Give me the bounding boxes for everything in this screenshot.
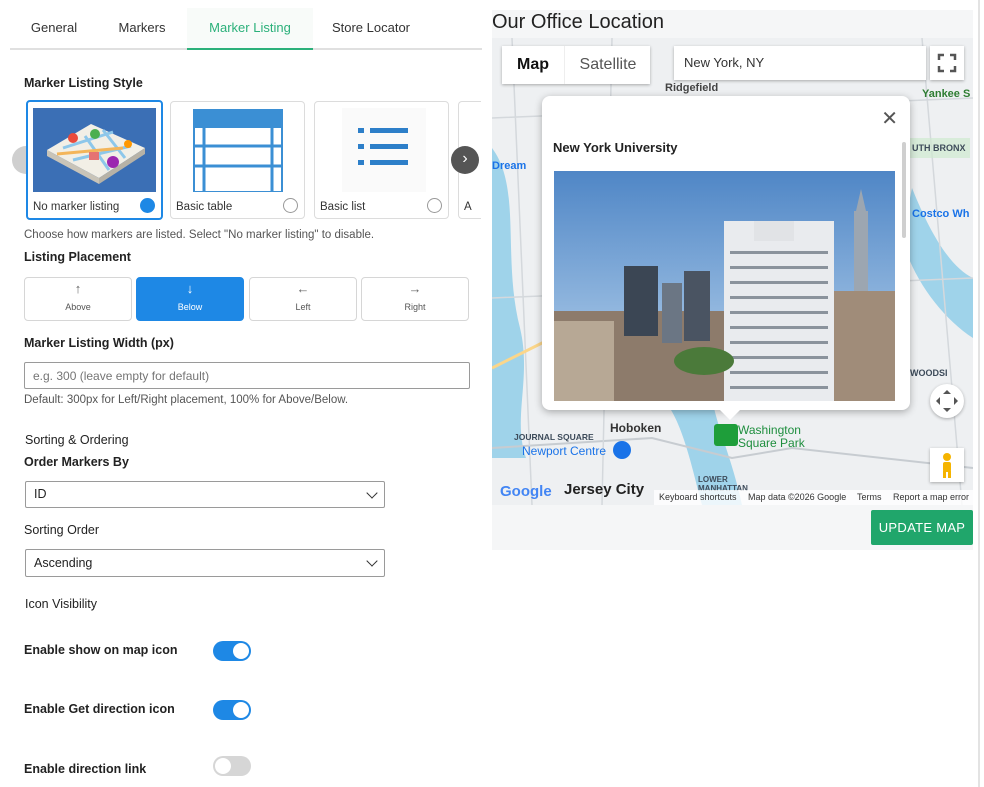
map-type-satellite-button[interactable]: Satellite — [564, 46, 651, 84]
pegman-button[interactable] — [930, 448, 964, 482]
keyboard-shortcuts-link[interactable]: Keyboard shortcuts — [659, 490, 737, 505]
direction-link-toggle[interactable] — [213, 756, 251, 776]
order-by-select[interactable]: ID — [25, 481, 385, 508]
placement-label: Above — [65, 302, 91, 312]
width-title: Marker Listing Width (px) — [24, 336, 174, 350]
info-scrollbar[interactable] — [902, 142, 906, 238]
toggle-knob — [215, 758, 231, 774]
info-window-title: New York University — [553, 140, 678, 155]
sorting-order-label: Sorting Order — [24, 523, 100, 537]
google-logo: Google — [500, 483, 552, 500]
style-label: Basic table — [176, 201, 233, 213]
map-label-jersey-city: Jersey City — [564, 481, 645, 498]
direction-link-label: Enable direction link — [24, 762, 147, 776]
map-preview-panel: Our Office Location Map Satellite New Yo… — [492, 10, 973, 550]
close-icon[interactable]: ✕ — [881, 106, 898, 131]
report-map-error-link[interactable]: Report a map error — [893, 490, 969, 505]
get-direction-toggle[interactable] — [213, 700, 251, 720]
terms-link[interactable]: Terms — [857, 490, 882, 505]
style-radio[interactable] — [140, 198, 155, 213]
map-title: Our Office Location — [492, 11, 664, 33]
style-radio[interactable] — [427, 198, 442, 213]
park-marker-icon[interactable] — [714, 424, 738, 446]
info-window-pointer — [720, 410, 740, 420]
shopping-pin-icon[interactable] — [613, 441, 631, 459]
list-icon — [320, 108, 443, 192]
map-label-yankee: Yankee S — [922, 88, 971, 100]
map-info-window: New York University ✕ — [542, 96, 910, 410]
map-label-newport: Newport Centre — [522, 444, 607, 458]
map-type-control: Map Satellite — [502, 46, 650, 84]
tab-general[interactable]: General — [10, 8, 98, 48]
arrow-left-icon: ← — [296, 281, 310, 296]
map-label-woodsi: WOODSI — [910, 368, 948, 378]
tab-marker-listing[interactable]: Marker Listing — [187, 8, 313, 50]
map-label-journal-square: JOURNAL SQUARE — [514, 432, 594, 442]
placement-label: Below — [177, 302, 203, 312]
toggle-knob — [233, 643, 249, 659]
map-label-south-bronx: UTH BRONX — [912, 143, 966, 153]
fullscreen-icon — [937, 53, 957, 73]
arrow-up-icon: ↑ — [74, 281, 82, 296]
table-icon — [176, 108, 299, 193]
settings-panel: General Markers Marker Listing Store Loc… — [10, 0, 482, 787]
map-label-hoboken: Hoboken — [610, 421, 662, 435]
map-data-text: Map data ©2026 Google — [748, 492, 847, 502]
style-radio[interactable] — [283, 198, 298, 213]
icon-visibility-title: Icon Visibility — [25, 597, 98, 611]
listing-width-input[interactable] — [24, 362, 470, 389]
order-by-value: ID — [34, 487, 47, 501]
style-label: Basic list — [320, 201, 366, 213]
placement-right-button[interactable]: → Right — [361, 277, 469, 321]
toggle-knob — [233, 702, 249, 718]
width-hint: Default: 300px for Left/Right placement,… — [24, 394, 349, 406]
map-label-dream: Dream — [492, 160, 527, 172]
placement-left-button[interactable]: ← Left — [249, 277, 357, 321]
listing-style-hint: Choose how markers are listed. Select "N… — [24, 229, 375, 241]
chevron-down-icon — [366, 487, 378, 499]
show-on-map-label: Enable show on map icon — [24, 643, 178, 657]
carousel-next-button[interactable]: › — [451, 146, 479, 174]
placement-label: Right — [404, 302, 426, 312]
sorting-order-select[interactable]: Ascending — [25, 549, 385, 577]
map-label-washington: Washington Square Park — [738, 423, 805, 450]
tab-store-locator[interactable]: Store Locator — [313, 8, 429, 48]
pan-arrows-icon — [936, 390, 958, 412]
placement-label: Left — [295, 302, 311, 312]
sorting-section-title: Sorting & Ordering — [25, 433, 129, 447]
style-card-basic-table[interactable]: Basic table — [170, 101, 305, 219]
nyu-photo — [554, 171, 895, 401]
style-label: A — [464, 201, 472, 213]
listing-style-title: Marker Listing Style — [24, 76, 143, 90]
map-label-costco: Costco Wh — [912, 208, 970, 220]
map-type-map-button[interactable]: Map — [502, 46, 564, 84]
update-map-button[interactable]: UPDATE MAP — [871, 510, 973, 545]
chevron-down-icon — [366, 555, 378, 567]
placement-below-button[interactable]: ↓ Below — [136, 277, 244, 321]
style-card-no-listing[interactable]: No marker listing — [26, 100, 163, 220]
style-card-basic-list[interactable]: Basic list — [314, 101, 449, 219]
tab-markers[interactable]: Markers — [98, 8, 186, 48]
order-by-label: Order Markers By — [24, 455, 129, 469]
pegman-icon — [943, 453, 951, 478]
tab-bar: General Markers Marker Listing Store Loc… — [10, 8, 482, 50]
get-direction-label: Enable Get direction icon — [24, 702, 175, 716]
map-footer-bar: Keyboard shortcuts Map data ©2026 Google… — [654, 490, 973, 505]
map-search-input[interactable]: New York, NY — [674, 46, 926, 80]
arrow-down-icon: ↓ — [186, 281, 194, 296]
map-label-ridgefield: Ridgefield — [665, 82, 719, 94]
style-label: No marker listing — [33, 201, 120, 213]
placement-title: Listing Placement — [24, 250, 131, 264]
arrow-right-icon: → — [408, 281, 422, 296]
map-illustration-icon — [33, 108, 156, 192]
sorting-order-value: Ascending — [34, 556, 93, 570]
google-map[interactable]: Map Satellite New York, NY Ridgefield Ya… — [492, 38, 973, 505]
map-pan-control[interactable] — [930, 384, 964, 418]
placement-above-button[interactable]: ↑ Above — [24, 277, 132, 321]
fullscreen-button[interactable] — [930, 46, 964, 80]
show-on-map-toggle[interactable] — [213, 641, 251, 661]
